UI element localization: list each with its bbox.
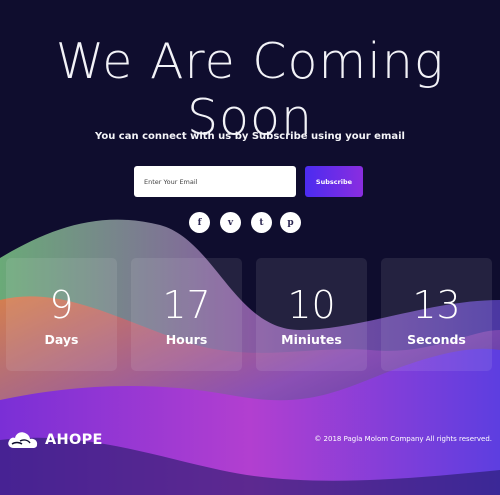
copyright-text: © 2018 Pagla Molom Company All rights re…	[314, 435, 492, 443]
countdown-seconds-label: Seconds	[407, 332, 466, 347]
twitter-glyph: t	[259, 217, 264, 228]
facebook-glyph: f	[197, 217, 202, 228]
social-links: f v t p	[189, 212, 311, 234]
countdown-seconds-value: 13	[412, 283, 461, 327]
countdown-minutes-label: Miniutes	[281, 332, 342, 347]
countdown-days-value: 9	[49, 283, 74, 327]
logo-text: AHOPE	[45, 432, 103, 448]
countdown-hours-label: Hours	[165, 332, 208, 347]
facebook-icon[interactable]: f	[189, 212, 210, 233]
countdown-hours-value: 17	[162, 283, 211, 327]
brand-logo[interactable]: AHOPE	[6, 428, 116, 450]
pinterest-glyph: p	[287, 217, 294, 228]
twitter-icon[interactable]: t	[251, 212, 272, 233]
subtitle: You can connect with us by Subscribe usi…	[95, 131, 405, 142]
pinterest-icon[interactable]: p	[280, 212, 301, 233]
email-field[interactable]	[134, 166, 296, 197]
vimeo-icon[interactable]: v	[220, 212, 241, 233]
page-content: We Are Coming Soon You can connect with …	[0, 0, 500, 495]
countdown-minutes-value: 10	[287, 283, 336, 327]
cloud-icon	[8, 432, 38, 448]
subscribe-button[interactable]: Subscribe	[305, 166, 363, 197]
countdown-days-label: Days	[44, 332, 79, 347]
vimeo-glyph: v	[227, 217, 234, 228]
